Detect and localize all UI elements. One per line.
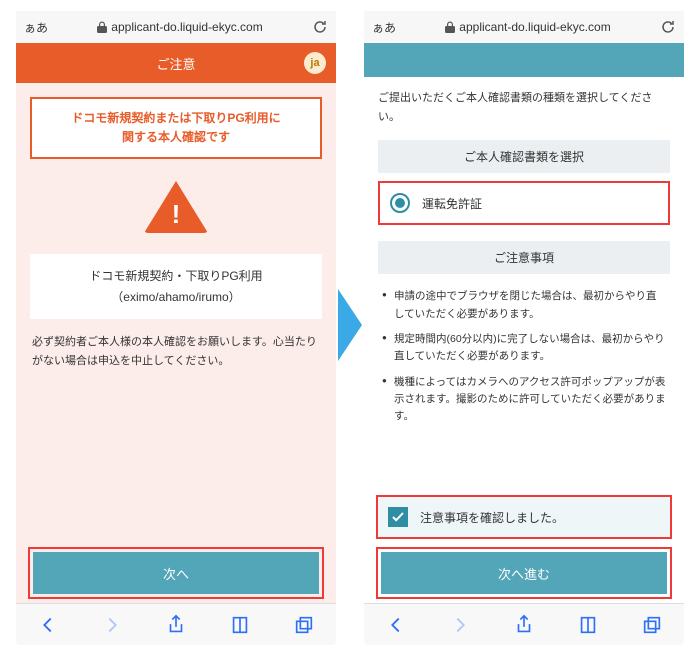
page-title: ご注意 <box>156 54 195 73</box>
warning-icon <box>144 181 208 233</box>
section-select-header: ご本人確認書類を選択 <box>378 140 670 173</box>
back-icon[interactable] <box>385 614 407 636</box>
forward-icon <box>449 614 471 636</box>
bookmarks-icon[interactable] <box>577 614 599 636</box>
tabs-icon[interactable] <box>641 614 663 636</box>
screen-right: ぁあ applicant-do.liquid-ekyc.com ご提出いただくご… <box>364 5 684 645</box>
page-header: ご注意 ja <box>16 43 336 83</box>
reload-icon[interactable] <box>660 19 676 35</box>
checkbox-checked-icon <box>388 507 408 527</box>
lock-icon <box>445 21 455 33</box>
radio-selected-icon <box>390 193 410 213</box>
url-display[interactable]: applicant-do.liquid-ekyc.com <box>406 20 650 34</box>
bookmarks-icon[interactable] <box>229 614 251 636</box>
left-body: ドコモ新規契約または下取りPG利用に 関する本人確認です ドコモ新規契約・下取り… <box>16 83 336 603</box>
share-icon[interactable] <box>165 614 187 636</box>
url-display[interactable]: applicant-do.liquid-ekyc.com <box>58 20 302 34</box>
intro-text: ご提出いただくご本人確認書類の種類を選択してください。 <box>378 89 670 126</box>
text-size-control[interactable]: ぁあ <box>372 19 396 36</box>
notice-box: ドコモ新規契約または下取りPG利用に 関する本人確認です <box>30 97 322 159</box>
text-size-control[interactable]: ぁあ <box>24 19 48 36</box>
card-line2: （eximo/ahamo/irumo） <box>38 287 314 307</box>
list-item: 規定時間内(60分以内)に完了しない場合は、最初からやり直していただく必要があり… <box>382 331 666 366</box>
doc-option-row[interactable]: 運転免許証 <box>378 181 670 225</box>
url-text: applicant-do.liquid-ekyc.com <box>459 20 610 34</box>
next-button-highlight: 次へ <box>28 547 324 599</box>
list-item: 機種によってはカメラへのアクセス許可ポップアップが表示されます。撮影のために許可… <box>382 374 666 426</box>
browser-toolbar <box>364 603 684 645</box>
arrow-separator <box>336 285 364 365</box>
back-icon[interactable] <box>37 614 59 636</box>
browser-toolbar <box>16 603 336 645</box>
lock-icon <box>97 21 107 33</box>
reload-icon[interactable] <box>312 19 328 35</box>
right-body: ご提出いただくご本人確認書類の種類を選択してください。 ご本人確認書類を選択 運… <box>364 77 684 603</box>
browser-address-bar: ぁあ applicant-do.liquid-ekyc.com <box>16 11 336 43</box>
arrow-right-icon <box>336 285 364 365</box>
next-button-highlight: 次へ進む <box>376 547 672 599</box>
warning-icon-wrap <box>30 181 322 236</box>
list-item: 申請の途中でブラウザを閉じた場合は、最初からやり直していただく必要があります。 <box>382 288 666 323</box>
forward-icon <box>101 614 123 636</box>
url-text: applicant-do.liquid-ekyc.com <box>111 20 262 34</box>
page-header <box>364 43 684 77</box>
notice-line1: ドコモ新規契約または下取りPG利用に <box>40 109 312 128</box>
confirm-checkbox-row[interactable]: 注意事項を確認しました。 <box>376 495 672 539</box>
notice-line2: 関する本人確認です <box>40 128 312 147</box>
next-button[interactable]: 次へ <box>33 552 319 594</box>
card-line1: ドコモ新規契約・下取りPG利用 <box>38 266 314 286</box>
browser-address-bar: ぁあ applicant-do.liquid-ekyc.com <box>364 11 684 43</box>
proceed-button[interactable]: 次へ進む <box>381 552 667 594</box>
confirm-label: 注意事項を確認しました。 <box>420 509 564 526</box>
context-card: ドコモ新規契約・下取りPG利用 （eximo/ahamo/irumo） <box>30 254 322 319</box>
instruction-paragraph: 必ず契約者ご本人様の本人確認をお願いします。心当たりがない場合は申込を中止してく… <box>32 333 320 370</box>
tabs-icon[interactable] <box>293 614 315 636</box>
language-badge[interactable]: ja <box>304 52 326 74</box>
notes-list: 申請の途中でブラウザを閉じた場合は、最初からやり直していただく必要があります。 … <box>378 282 670 443</box>
share-icon[interactable] <box>513 614 535 636</box>
section-notes-header: ご注意事項 <box>378 241 670 274</box>
screen-left: ぁあ applicant-do.liquid-ekyc.com ご注意 ja ド… <box>16 5 336 645</box>
doc-option-label: 運転免許証 <box>422 195 482 212</box>
